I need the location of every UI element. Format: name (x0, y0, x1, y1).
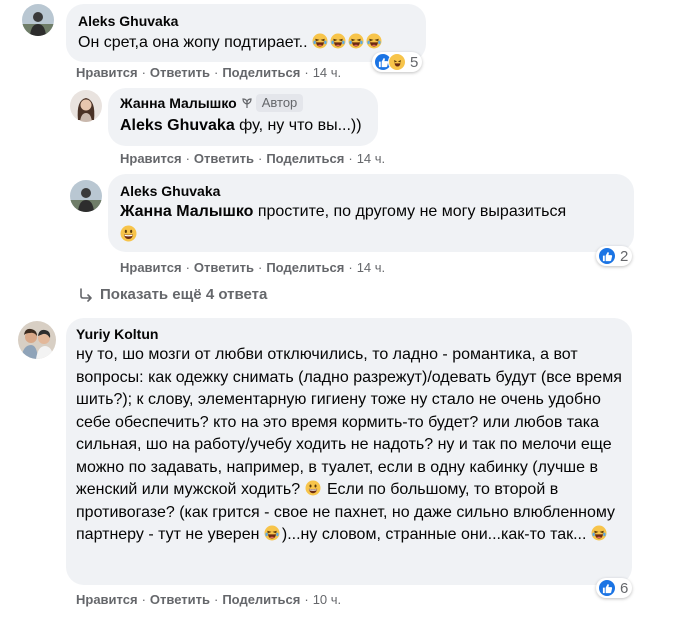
comment-author: Жанна Малышко Автор (120, 94, 366, 112)
leaf-icon (241, 95, 253, 108)
like-reaction-icon (598, 579, 616, 597)
reply-bubble: Жанна Малышко Автор Aleks Ghuvaka фу, ну … (108, 88, 378, 146)
comment-bubble: Aleks Ghuvaka Он срет,а она жопу подтира… (66, 4, 426, 62)
comment-author[interactable]: Aleks Ghuvaka (78, 12, 414, 30)
comment-text-content: фу, ну что вы...)) (234, 117, 362, 134)
reaction-summary[interactable]: 2 (596, 246, 633, 266)
laughing-emoji-icon (366, 33, 382, 49)
comment-bubble: Yuriy Koltun ну то, шо мозги от любви от… (66, 318, 632, 585)
reaction-count: 2 (620, 247, 629, 265)
mention-link[interactable]: Жанна Малышко (120, 203, 253, 220)
like-button[interactable]: Нравится (76, 65, 138, 80)
laughing-emoji-icon (330, 33, 346, 49)
grinning-emoji-icon (305, 480, 321, 496)
reply-button[interactable]: Ответить (194, 151, 254, 166)
comment-time[interactable]: 14 ч. (313, 65, 341, 80)
comment-actions: Нравится · Ответить · Поделиться · 14 ч. (120, 151, 386, 166)
like-button[interactable]: Нравится (120, 151, 182, 166)
comment-author[interactable]: Aleks Ghuvaka (120, 182, 622, 200)
haha-reaction-icon (388, 53, 406, 71)
avatar[interactable] (22, 4, 54, 36)
reply-button[interactable]: Ответить (150, 592, 210, 607)
avatar[interactable] (18, 321, 56, 359)
mention-link[interactable]: Aleks Ghuvaka (120, 117, 235, 134)
comment-text-content: простите, по другому не могу выразиться (253, 203, 567, 220)
laughing-emoji-icon (591, 525, 607, 541)
laughing-emoji-icon (312, 33, 328, 49)
grinning-emoji-icon (120, 225, 137, 242)
comment-text: ну то, шо мозги от любви отключились, то… (76, 344, 622, 547)
reaction-count: 6 (620, 579, 629, 597)
author-name[interactable]: Жанна Малышко (120, 95, 237, 111)
share-button[interactable]: Поделиться (266, 260, 344, 275)
like-button[interactable]: Нравится (76, 592, 138, 607)
comment-actions: Нравится · Ответить · Поделиться · 14 ч. (76, 65, 342, 80)
reaction-summary[interactable]: 6 (596, 578, 633, 598)
reaction-summary[interactable]: 5 (372, 52, 423, 72)
comment-author[interactable]: Yuriy Koltun (76, 325, 622, 343)
comment-time[interactable]: 14 ч. (357, 151, 385, 166)
author-badge: Автор (255, 94, 304, 112)
comment-time[interactable]: 10 ч. (313, 592, 341, 607)
share-button[interactable]: Поделиться (222, 592, 300, 607)
comment-text: Он срет,а она жопу подтирает.. (78, 32, 414, 53)
laughing-emoji-icon (264, 525, 280, 541)
reply-arrow-icon (78, 287, 94, 303)
comment-actions: Нравится · Ответить · Поделиться · 14 ч. (120, 260, 386, 275)
comment-text: Жанна Малышко простите, по другому не мо… (120, 201, 622, 222)
avatar[interactable] (70, 180, 102, 212)
like-reaction-icon (598, 247, 616, 265)
reply-button[interactable]: Ответить (194, 260, 254, 275)
show-more-replies[interactable]: Показать ещё 4 ответа (78, 286, 267, 303)
reply-button[interactable]: Ответить (150, 65, 210, 80)
share-button[interactable]: Поделиться (222, 65, 300, 80)
comment-text: Aleks Ghuvaka фу, ну что вы...)) (120, 115, 366, 136)
comment-actions: Нравится · Ответить · Поделиться · 10 ч. (76, 592, 342, 607)
comment-text-content: ну то, шо мозги от любви отключились, то… (76, 346, 622, 498)
reaction-count: 5 (410, 53, 419, 71)
comment-text-content: )...ну словом, странные они...как-то так… (281, 526, 591, 543)
comment-text-content: Он срет,а она жопу подтирает.. (78, 34, 312, 51)
reply-bubble: Aleks Ghuvaka Жанна Малышко простите, по… (108, 174, 634, 252)
avatar[interactable] (70, 90, 102, 122)
comment-time[interactable]: 14 ч. (357, 260, 385, 275)
like-button[interactable]: Нравится (120, 260, 182, 275)
share-button[interactable]: Поделиться (266, 151, 344, 166)
laughing-emoji-icon (348, 33, 364, 49)
show-more-label[interactable]: Показать ещё 4 ответа (100, 286, 267, 303)
